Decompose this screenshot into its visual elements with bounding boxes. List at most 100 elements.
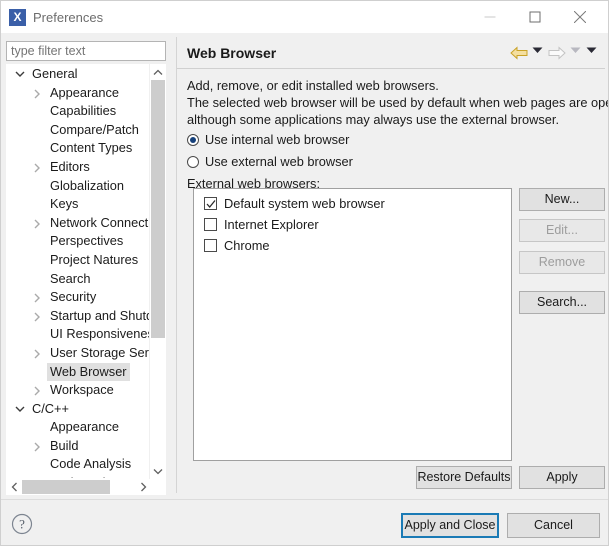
tree-item-user-storage-service[interactable]: User Storage Service [7,344,153,363]
page-title: Web Browser [187,45,277,61]
tree-item-label: Build [50,437,79,453]
maximize-button[interactable] [512,1,557,32]
chevron-right-icon[interactable] [32,158,44,177]
tree-item-editors[interactable]: Editors [7,158,153,177]
tree-item-code-analysis[interactable]: Code Analysis [7,455,153,474]
chevron-right-icon[interactable] [32,307,44,326]
apply-and-close-button[interactable]: Apply and Close [401,513,499,538]
preference-tree-list: General Appearance Capabilities Compare/Pat… [7,65,153,478]
restore-defaults-button[interactable]: Restore Defaults [416,466,512,489]
list-item-label: Chrome [224,238,270,253]
tree-item-web-browser[interactable]: Web Browser [7,362,153,382]
list-item[interactable]: Internet Explorer [194,215,511,234]
checkbox-checked-icon[interactable] [204,197,217,210]
preference-tree[interactable]: General Appearance Capabilities Compare/Pat… [6,64,166,479]
back-dropdown-chevron-down-icon[interactable] [532,44,546,62]
list-item-label: Default system web browser [224,196,385,211]
checkbox-unchecked-icon[interactable] [204,218,217,231]
minimize-button[interactable] [467,1,512,32]
back-arrow-icon[interactable] [510,44,530,62]
tree-item-label: Capabilities [50,103,117,119]
forward-dropdown-chevron-down-icon[interactable] [570,44,584,62]
external-browsers-list[interactable]: Default system web browser Internet Explo… [193,188,512,461]
scroll-down-icon[interactable] [150,463,166,479]
chevron-right-icon[interactable] [32,288,44,307]
chevron-down-icon[interactable] [14,400,26,419]
tree-item-label: Keys [50,196,79,212]
radio-internal-mark [187,134,199,146]
tree-item-appearance[interactable]: Appearance [7,418,153,437]
tree-item-label: C/C++ [32,400,69,416]
tree-hscroll-thumb[interactable] [22,480,110,494]
tree-item-workspace[interactable]: Workspace [7,381,153,400]
tree-item-globalization[interactable]: Globalization [7,177,153,196]
tree-item-label: Perspectives [50,233,124,249]
scroll-left-icon[interactable] [6,479,22,495]
title-bar: X Preferences [1,1,608,33]
tree-item-label: Network Connections [50,214,153,230]
svg-text:?: ? [19,517,25,532]
forward-arrow-icon[interactable] [548,44,568,62]
checkbox-unchecked-icon[interactable] [204,239,217,252]
tree-item-keys[interactable]: Keys [7,195,153,214]
tree-vertical-scrollbar[interactable] [149,64,165,479]
tree-item-label: Code Analysis [50,456,132,472]
eclipse-x-icon: X [9,9,26,26]
tree-item-perspectives[interactable]: Perspectives [7,232,153,251]
chevron-right-icon[interactable] [32,344,44,363]
tree-item-label: General [32,66,78,81]
new-button[interactable]: New... [519,188,605,211]
tree-item-label: Web Browser [47,362,130,382]
apply-button[interactable]: Apply [519,466,605,489]
tree-item-project-natures[interactable]: Project Natures [7,251,153,270]
radio-internal-label: Use internal web browser [205,132,350,147]
filter-input[interactable] [6,41,166,61]
view-menu-chevron-down-icon[interactable] [586,44,600,62]
tree-item-label: Workspace [50,382,114,398]
tree-horizontal-scrollbar[interactable] [6,479,166,495]
tree-item-compare-patch[interactable]: Compare/Patch [7,121,153,140]
tree-item-build[interactable]: Build [7,437,153,456]
scroll-right-icon[interactable] [135,479,151,495]
tree-item-general[interactable]: General [7,65,153,84]
tree-item-label: Startup and Shutdown [50,307,153,323]
footer-separator [1,499,608,500]
tree-item-content-types[interactable]: Content Types [7,139,153,158]
page-description: Add, remove, or edit installed web brows… [187,77,608,128]
chevron-right-icon[interactable] [32,381,44,400]
tree-item-startup-and-shutdown[interactable]: Startup and Shutdown [7,307,153,326]
tree-item-network-connections[interactable]: Network Connections [7,214,153,233]
tree-item-security[interactable]: Security [7,288,153,307]
remove-button: Remove [519,251,605,274]
close-button[interactable] [557,1,602,32]
tree-item-capabilities[interactable]: Capabilities [7,102,153,121]
tree-item-label: Content Types [50,140,133,156]
list-item-label: Internet Explorer [224,217,319,232]
scroll-up-icon[interactable] [150,64,166,80]
chevron-down-icon[interactable] [14,65,26,84]
tree-item-label: Appearance [50,84,120,100]
radio-external-label: Use external web browser [205,154,353,169]
tree-item-label: Globalization [50,177,124,193]
tree-item-ui-responsiveness-monitoring[interactable]: UI Responsiveness Monitoring [7,325,153,344]
tree-item-appearance[interactable]: Appearance [7,84,153,103]
tree-item-label: Search [50,270,91,286]
window-title: Preferences [33,10,104,25]
description-line-1: Add, remove, or edit installed web brows… [187,78,439,93]
chevron-right-icon[interactable] [32,84,44,103]
tree-item-c-c[interactable]: C/C++ [7,400,153,419]
tree-item-label: Compare/Patch [50,121,139,137]
tree-scroll-thumb[interactable] [151,80,165,338]
tree-item-label: Editors [50,158,90,174]
tree-item-label: Project Natures [50,251,139,267]
list-item[interactable]: Chrome [194,236,511,255]
tree-item-label: User Storage Service [50,344,153,360]
help-question-icon[interactable]: ? [11,513,33,535]
chevron-right-icon[interactable] [32,214,44,233]
tree-item-search[interactable]: Search [7,270,153,289]
cancel-button[interactable]: Cancel [507,513,600,538]
list-item[interactable]: Default system web browser [194,194,511,213]
chevron-right-icon[interactable] [32,437,44,456]
tree-item-label: UI Responsiveness Monitoring [50,326,153,342]
search-button[interactable]: Search... [519,291,605,314]
